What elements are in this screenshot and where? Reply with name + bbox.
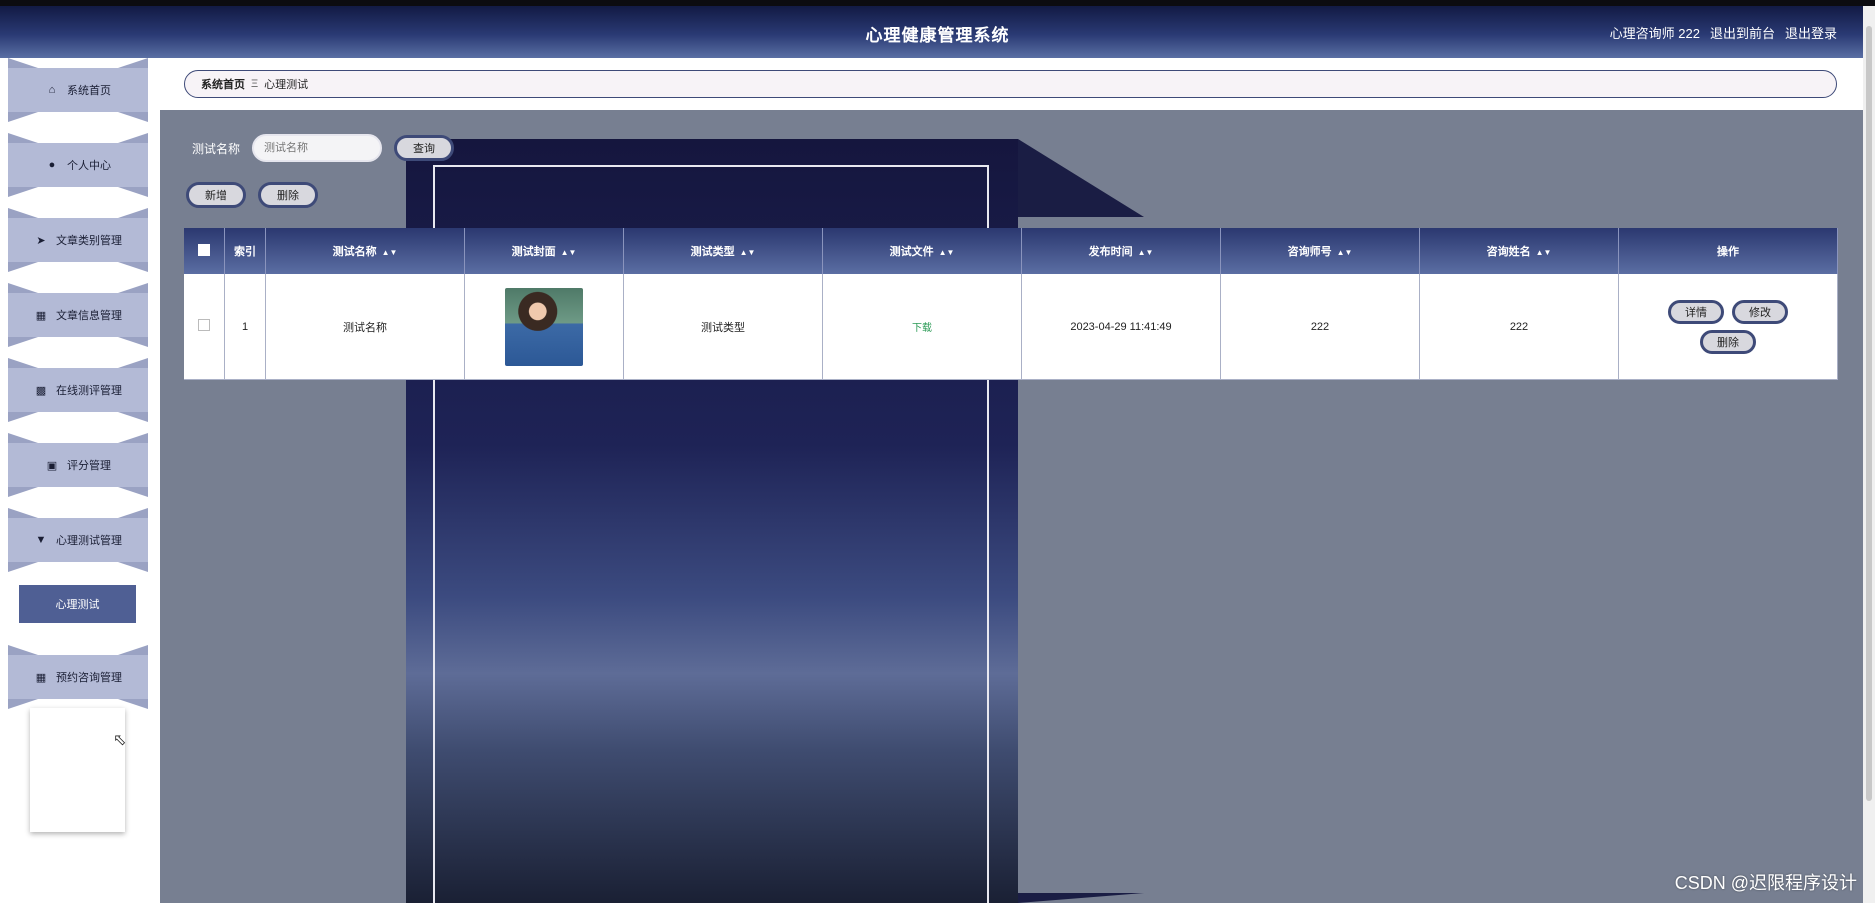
sidebar: ⌂ 系统首页 ● 个人中心 ➤ 文章类别管理 ▦ 文章信息管理 ▩ 在线测评管理…: [0, 58, 160, 903]
sidebar-item-label: 个人中心: [67, 160, 111, 172]
page-scrollbar[interactable]: [1863, 6, 1875, 903]
row-name: 测试名称: [265, 274, 465, 380]
breadcrumb-home[interactable]: 系统首页: [201, 76, 245, 92]
download-link[interactable]: 下载: [912, 323, 932, 334]
home-icon: ⌂: [48, 84, 56, 96]
delete-button[interactable]: 删除: [1700, 329, 1756, 354]
row-type: 测试类型: [623, 274, 823, 380]
sidebar-item-score[interactable]: ▣ 评分管理: [8, 443, 148, 487]
table-row: 1 测试名称 测试类型 下载 2023-04-29 11:41:49 222 2…: [184, 274, 1838, 380]
user-icon: ●: [48, 159, 56, 171]
row-file-cell: 下载: [822, 274, 1022, 380]
select-all-checkbox[interactable]: [198, 243, 210, 256]
breadcrumb-current: 心理测试: [264, 79, 309, 91]
sidebar-item-profile[interactable]: ● 个人中心: [8, 143, 148, 187]
exit-to-front-link[interactable]: 退出到前台: [1710, 23, 1775, 42]
sidebar-item-label: 文章信息管理: [56, 310, 122, 322]
column-header: 索引: [224, 228, 266, 274]
app-header: 心理健康管理系统 心理咨询师 222 退出到前台 退出登录: [0, 6, 1875, 58]
add-button[interactable]: 新增: [186, 182, 246, 208]
sidebar-item-article-info[interactable]: ▦ 文章信息管理: [8, 293, 148, 337]
scrollbar-thumb[interactable]: [1866, 26, 1872, 801]
sidebar-item-psych-test[interactable]: ▼ 心理测试管理: [8, 518, 148, 562]
apps-icon: ▦: [35, 671, 47, 684]
column-header-type[interactable]: 测试类型 ▲▼: [623, 228, 823, 274]
column-header-time[interactable]: 发布时间 ▲▼: [1021, 228, 1221, 274]
sidebar-item-online-assessment[interactable]: ▩ 在线测评管理: [8, 368, 148, 412]
sort-icon[interactable]: ▲▼: [1138, 248, 1154, 257]
row-select-cell: [184, 274, 225, 380]
logout-link[interactable]: 退出登录: [1785, 23, 1837, 42]
row-actions: 详情 修改 删除: [1658, 299, 1798, 354]
breadcrumb-separator: Ξ: [251, 78, 259, 90]
column-header-cover[interactable]: 测试封面 ▲▼: [464, 228, 624, 274]
batch-delete-button[interactable]: 删除: [258, 182, 318, 208]
breadcrumb-bar: 系统首页 Ξ 心理测试: [160, 58, 1863, 110]
sort-icon[interactable]: ▲▼: [740, 248, 756, 257]
row-actions-cell: 详情 修改 删除: [1618, 274, 1838, 380]
sort-icon[interactable]: ▲▼: [1337, 248, 1353, 257]
search-bar: 测试名称 查询: [192, 134, 455, 162]
cup-icon: ▼: [35, 534, 47, 546]
column-header-name[interactable]: 测试名称 ▲▼: [265, 228, 465, 274]
breadcrumb: 系统首页 Ξ 心理测试: [184, 70, 1837, 98]
sidebar-footer-panel: [30, 708, 125, 832]
edit-button[interactable]: 修改: [1732, 299, 1788, 324]
sidebar-item-label: 预约咨询管理: [56, 672, 122, 684]
app-title: 心理健康管理系统: [865, 26, 1010, 45]
row-counselor-name: 222: [1419, 274, 1619, 380]
sort-icon[interactable]: ▲▼: [382, 248, 398, 257]
sidebar-item-label: 系统首页: [67, 85, 111, 97]
row-time: 2023-04-29 11:41:49: [1021, 274, 1221, 380]
sidebar-item-appointment[interactable]: ▦ 预约咨询管理: [8, 655, 148, 699]
column-header-counselor-name[interactable]: 咨询姓名 ▲▼: [1419, 228, 1619, 274]
watermark: CSDN @迟限程序设计: [1674, 873, 1857, 893]
query-button[interactable]: 查询: [394, 135, 455, 161]
sidebar-subitem-psych-test[interactable]: 心理测试: [19, 585, 136, 623]
sidebar-item-label: 文章类别管理: [56, 235, 122, 247]
briefcase-icon: ▩: [35, 384, 47, 397]
row-cover-cell: [464, 274, 624, 380]
column-header-actions: 操作: [1618, 228, 1838, 274]
sidebar-item-label: 评分管理: [67, 460, 111, 472]
action-buttons: 新增 删除: [186, 182, 318, 208]
sidebar-item-article-category[interactable]: ➤ 文章类别管理: [8, 218, 148, 262]
sidebar-item-home[interactable]: ⌂ 系统首页: [8, 68, 148, 112]
send-icon: ➤: [36, 234, 46, 247]
current-user: 心理咨询师 222: [1609, 26, 1700, 41]
header-user-area: 心理咨询师 222 退出到前台 退出登录: [1610, 23, 1837, 42]
sidebar-item-label: 心理测试管理: [56, 535, 122, 547]
test-table: 索引 测试名称 ▲▼ 测试封面 ▲▼ 测试类型 ▲▼ 测试文件 ▲▼ 发布时间 ▲▼ 咨询…: [184, 228, 1838, 380]
select-all-cell: [184, 228, 225, 274]
sidebar-item-label: 在线测评管理: [56, 385, 122, 397]
grid-icon: ▦: [35, 309, 47, 322]
row-counselor-no: 222: [1220, 274, 1420, 380]
column-header-file[interactable]: 测试文件 ▲▼: [822, 228, 1022, 274]
table-header-row: 索引 测试名称 ▲▼ 测试封面 ▲▼ 测试类型 ▲▼ 测试文件 ▲▼ 发布时间 ▲▼ 咨询…: [184, 228, 1838, 274]
sort-icon[interactable]: ▲▼: [1536, 248, 1552, 257]
column-header-counselor-no[interactable]: 咨询师号 ▲▼: [1220, 228, 1420, 274]
chart-icon: ▣: [46, 459, 58, 472]
row-index: 1: [224, 274, 266, 380]
mouse-cursor-icon: ⬁: [113, 732, 127, 749]
search-label: 测试名称: [192, 141, 241, 156]
sort-icon[interactable]: ▲▼: [939, 248, 955, 257]
cover-thumbnail[interactable]: [505, 287, 583, 366]
detail-button[interactable]: 详情: [1668, 299, 1724, 324]
sort-icon[interactable]: ▲▼: [561, 248, 577, 257]
search-input[interactable]: [252, 134, 383, 162]
row-checkbox[interactable]: [198, 319, 210, 331]
